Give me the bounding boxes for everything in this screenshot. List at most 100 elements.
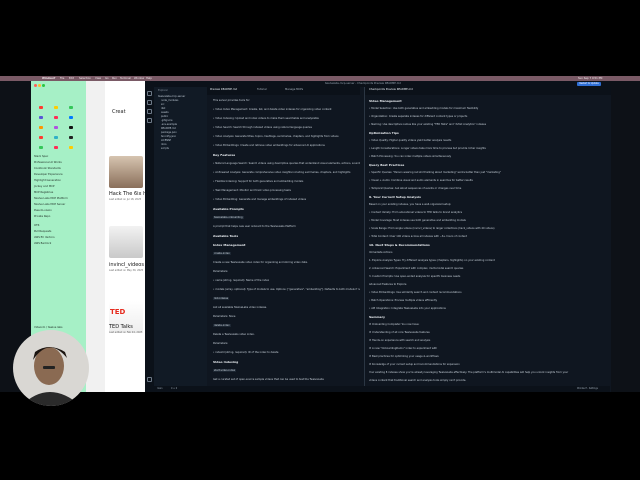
person-silhouette: [21, 347, 81, 406]
explorer-file[interactable]: src: [161, 103, 165, 106]
gear-icon[interactable]: [147, 377, 152, 382]
sidebar-item-professional[interactable]: Professional AI Works: [34, 161, 62, 165]
sidebar-item-cookbook[interactable]: Cookbook Standards: [34, 167, 61, 171]
sidebar-item-private-repo[interactable]: Private Repo: [34, 215, 50, 219]
text-line: 3. Custom Prompts: Use open-ended analys…: [369, 275, 461, 278]
windsurf-settings[interactable]: Windsurf - Settings: [577, 387, 598, 390]
pinned-tab-icon[interactable]: [69, 126, 73, 129]
activity-bar: [145, 87, 154, 392]
sidebar-item-jockey[interactable]: Jockey and MCP: [34, 185, 54, 189]
video-card-title[interactable]: TED Talks: [109, 324, 133, 330]
pinned-tab-icon[interactable]: [54, 126, 58, 129]
tab-preview-readme[interactable]: Preview README.md: [210, 88, 237, 91]
pinned-tab-icon[interactable]: [39, 136, 43, 139]
explorer-file[interactable]: .gitignore: [161, 119, 172, 122]
sidebar-item-pull-requests[interactable]: Pull Requests: [34, 230, 51, 234]
text-line: Based on your existing indexes, you have…: [369, 203, 452, 206]
text-line: • Naming: Use descriptive names like you…: [369, 123, 487, 126]
explorer-file[interactable]: LICENSE: [161, 139, 171, 142]
source-control-icon[interactable]: [147, 109, 152, 114]
text-line: • models (array, optional): Type of mode…: [213, 288, 360, 291]
text-line: • Batch Operations: Process multiple vid…: [369, 299, 438, 302]
pinned-tab-icon[interactable]: [69, 106, 73, 109]
minimize-window-icon[interactable]: [38, 84, 41, 87]
sidebar-item-developer[interactable]: Developer Experience: [34, 173, 63, 177]
explorer-file[interactable]: .env.example: [161, 123, 177, 126]
section-heading: Index Management: [213, 243, 246, 247]
explorer-file[interactable]: scripts: [161, 147, 169, 150]
sidebar-item-stack-spec[interactable]: Stack Spec: [34, 155, 48, 159]
pinned-tab-icon[interactable]: [54, 136, 58, 139]
video-card-title[interactable]: Hack The 6ix h: [109, 191, 146, 197]
sidebar-item-mcp-server[interactable]: Twelve Labs MCP Server: [34, 203, 65, 207]
sidebar-item-aws-vectors[interactable]: AWS EC Vectors: [34, 236, 55, 240]
section-heading: Key Features: [213, 153, 236, 157]
sidebar-item-mcp-platform[interactable]: Twelve Labs MCP Platform: [34, 197, 68, 201]
video-card-thumbnail[interactable]: [109, 226, 143, 258]
branch-indicator[interactable]: main: [157, 387, 162, 390]
readme-preview-right: Checkpoints Preview README.md Video Mana…: [364, 87, 611, 392]
video-card-thumbnail[interactable]: [109, 156, 143, 188]
pinned-tab-icon[interactable]: [39, 106, 43, 109]
text-line: Parameters:: [213, 342, 229, 345]
close-window-icon[interactable]: [34, 84, 37, 87]
explorer-file[interactable]: assets: [161, 111, 169, 114]
editor-title: twelvelabs-mcp-server - Checkpoints Prev…: [325, 82, 401, 85]
tab-checkpoints-preview[interactable]: Checkpoints Preview README.md: [369, 88, 413, 91]
pinned-tab-icon[interactable]: [54, 146, 58, 149]
explorer-file[interactable]: public: [161, 115, 168, 118]
text-line: • Model Selection: Use both generative a…: [369, 107, 479, 110]
video-card-title[interactable]: invincl_videos: [109, 262, 144, 268]
explorer-file[interactable]: node_modules: [161, 99, 178, 102]
text-line: ☑ Understanding of all core TwelveLabs f…: [369, 331, 430, 334]
pinned-tab-icon[interactable]: [69, 136, 73, 139]
text-line: • Visual + Audio: Combine visual and aud…: [369, 179, 473, 182]
sidebar-item-highlight[interactable]: Highlight Generation: [34, 179, 61, 183]
explorer-file[interactable]: twelvelabs-mcp-server: [158, 95, 185, 98]
text-line: ☑ Best practices for optimizing your usa…: [369, 355, 439, 358]
zoom-window-icon[interactable]: [42, 84, 45, 87]
pinned-tab-icon[interactable]: [69, 116, 73, 119]
explorer-file[interactable]: package.json: [161, 131, 177, 134]
problems-indicator[interactable]: 0 ⚠ 0: [171, 387, 177, 390]
explorer-file[interactable]: docs: [161, 143, 167, 146]
video-card-date: Last edited on May 30, 2025: [109, 269, 144, 272]
text-line: • Model Coverage: Most indexes use both …: [369, 219, 466, 222]
pinned-tab-icon[interactable]: [39, 126, 43, 129]
restart-update-button[interactable]: Restart to Update: [577, 82, 601, 86]
text-line: delete-index: [213, 324, 231, 327]
sidebar-item-aws-bedrock[interactable]: AWS Bedrock: [34, 242, 51, 246]
text-line: • Video Embeddings: Create and retrieve …: [213, 144, 325, 147]
text-line: • Video Indexing: Upload and index video…: [213, 117, 319, 120]
tab-tutorial[interactable]: Tutorial: [257, 88, 267, 91]
text-line: • Scale Range: From single videos (invin…: [369, 227, 495, 230]
tab-bar: Preview README.md Tutorial Manage MCPs: [207, 87, 360, 95]
pinned-tab-icon[interactable]: [39, 116, 43, 119]
explorer-file[interactable]: README.md: [161, 127, 176, 130]
browser-content: Creat Hack The 6ix h Last edited on Jul …: [86, 81, 146, 392]
explorer-file[interactable]: tsconfig.json: [161, 135, 176, 138]
sidebar-item-pseudo-vision[interactable]: Pseudo-vision: [34, 209, 52, 213]
text-line: • Total Content: Over 100 videos across …: [369, 235, 467, 238]
pinned-tab-icon[interactable]: [69, 146, 73, 149]
extensions-icon[interactable]: [147, 118, 152, 123]
text-line: ☑ Knowledge of your current setup and re…: [369, 363, 460, 366]
section-heading: Available Prompts: [213, 207, 244, 211]
text-line: Create a new TwelveLabs video index for …: [213, 261, 308, 264]
browser-content-rail: [86, 81, 105, 392]
text-line: • Task Management: Monitor and track vid…: [213, 189, 291, 192]
pinned-tab-icon[interactable]: [54, 106, 58, 109]
pinned-tab-icon[interactable]: [54, 116, 58, 119]
explorer-file[interactable]: dist: [161, 107, 165, 110]
pinned-tab-icon[interactable]: [39, 146, 43, 149]
tab-manage-mcps[interactable]: Manage MCPs: [285, 88, 303, 91]
search-icon[interactable]: [147, 100, 152, 105]
text-line: • Video Quality: Higher quality videos y…: [369, 139, 452, 142]
sidebar-item-otr[interactable]: OTR: [34, 224, 39, 228]
page-heading-partial: Creat: [112, 109, 126, 115]
text-line: • Video Embeddings: Use similarity searc…: [369, 291, 462, 294]
sidebar-item-mcp-registries[interactable]: MCP Registries: [34, 191, 53, 195]
section-heading: Query Best Practices: [369, 163, 405, 167]
files-icon[interactable]: [147, 91, 152, 96]
text-line: Advanced Features to Explore: [369, 283, 407, 286]
